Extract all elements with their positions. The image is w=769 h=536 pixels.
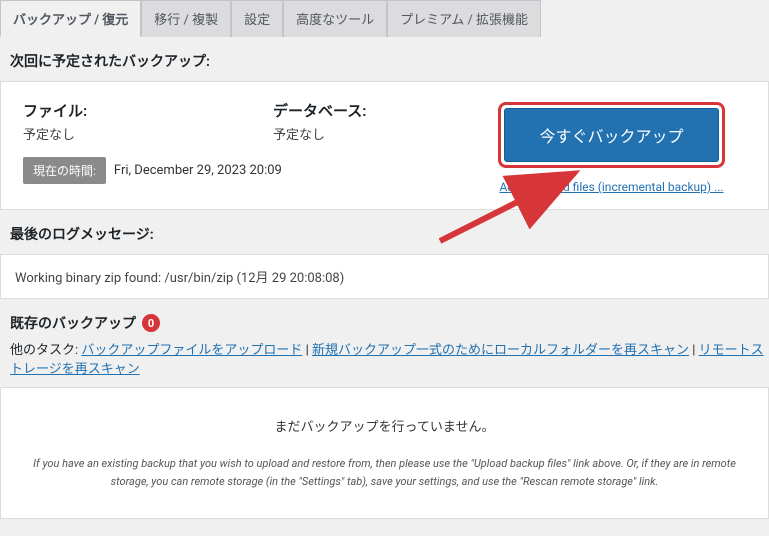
backup-count-badge: 0: [142, 314, 160, 332]
tab-advanced[interactable]: 高度なツール: [283, 0, 387, 37]
current-time-row: 現在の時間: Fri, December 29, 2023 20:09: [23, 157, 433, 184]
file-label: ファイル:: [23, 100, 183, 121]
file-value: 予定なし: [23, 124, 183, 143]
existing-backups-title: 既存のバックアップ 0: [0, 299, 769, 339]
time-value: Fri, December 29, 2023 20:09: [114, 163, 282, 178]
tab-backup-restore[interactable]: バックアップ / 復元: [0, 0, 141, 37]
empty-hint: If you have an existing backup that you …: [31, 455, 738, 490]
empty-backups-box: まだバックアップを行っていません。 If you have an existin…: [0, 387, 769, 519]
add-changed-files-link[interactable]: Add changed files (incremental backup) .…: [499, 180, 723, 194]
tab-premium[interactable]: プレミアム / 拡張機能: [387, 0, 541, 37]
tab-migrate[interactable]: 移行 / 複製: [141, 0, 231, 37]
backup-now-button[interactable]: 今すぐバックアップ: [504, 108, 718, 162]
db-schedule: データベース: 予定なし: [273, 100, 433, 143]
schedule-right: 今すぐバックアップ Add changed files (incremental…: [455, 82, 768, 209]
existing-title-text: 既存のバックアップ: [10, 313, 136, 333]
log-title: 最後のログメッセージ:: [0, 210, 769, 254]
schedule-panel: ファイル: 予定なし データベース: 予定なし 現在の時間: Fri, Dece…: [0, 81, 769, 210]
file-schedule: ファイル: 予定なし: [23, 100, 183, 143]
db-label: データベース:: [273, 100, 433, 121]
tab-bar: バックアップ / 復元 移行 / 複製 設定 高度なツール プレミアム / 拡張…: [0, 0, 769, 37]
upload-backup-link[interactable]: バックアップファイルをアップロード: [81, 343, 302, 358]
time-badge: 現在の時間:: [23, 157, 106, 184]
other-tasks-line: 他のタスク: バックアップファイルをアップロード | 新規バックアップ一式のため…: [0, 339, 769, 387]
db-value: 予定なし: [273, 124, 433, 143]
sep2: |: [689, 343, 699, 358]
log-message-box: Working binary zip found: /usr/bin/zip (…: [0, 254, 769, 299]
rescan-local-link[interactable]: 新規バックアップ一式のためにローカルフォルダーを再スキャン: [312, 343, 689, 358]
backup-now-highlight: 今すぐバックアップ: [498, 102, 724, 168]
sep1: |: [302, 343, 312, 358]
schedule-left: ファイル: 予定なし データベース: 予定なし 現在の時間: Fri, Dece…: [1, 82, 455, 209]
log-message: Working binary zip found: /usr/bin/zip (…: [15, 271, 344, 286]
scheduled-title: 次回に予定されたバックアップ:: [0, 37, 769, 81]
tab-settings[interactable]: 設定: [231, 0, 283, 37]
tasks-label: 他のタスク:: [10, 343, 81, 358]
empty-message: まだバックアップを行っていません。: [31, 416, 738, 435]
